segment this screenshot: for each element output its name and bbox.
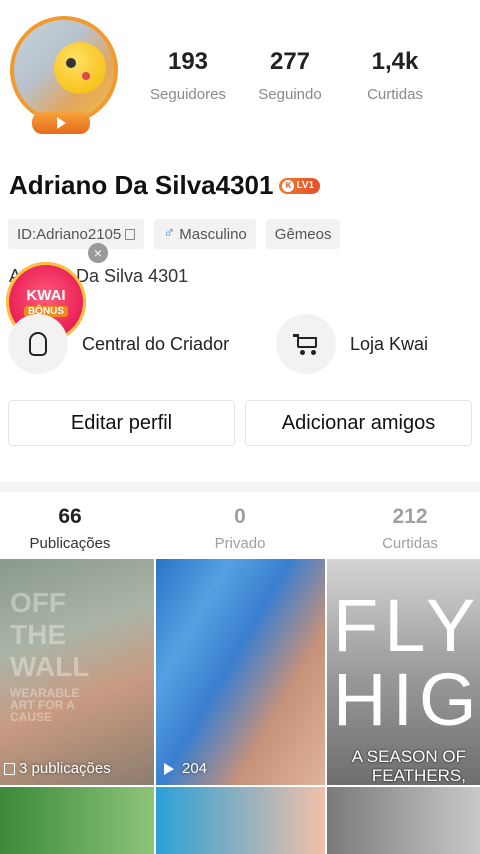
copy-icon bbox=[125, 228, 136, 240]
stat-following[interactable]: 277 Seguindo bbox=[252, 48, 328, 103]
grid-item[interactable] bbox=[156, 787, 325, 854]
following-count: 277 bbox=[269, 48, 311, 75]
grid-item[interactable] bbox=[0, 787, 154, 854]
views-count: 204 bbox=[182, 760, 208, 777]
name-row: Adriano Da Silva4301 K LV1 bbox=[9, 170, 321, 201]
edit-profile-button[interactable]: Editar perfil bbox=[8, 400, 235, 446]
male-icon: ♂ bbox=[163, 225, 176, 242]
publications-count: 66 bbox=[58, 505, 82, 528]
stat-followers[interactable]: 193 Seguidores bbox=[146, 48, 230, 103]
watermark-text: OFF bbox=[10, 587, 66, 618]
liked-count: 212 bbox=[392, 505, 428, 528]
tab-private[interactable]: 0 Privado bbox=[200, 505, 280, 552]
bonus-title: KWAI bbox=[26, 286, 66, 304]
stat-likes[interactable]: 1,4k Curtidas bbox=[360, 48, 430, 103]
collection-info: 3 publicações bbox=[4, 760, 111, 777]
grid-item[interactable]: OFF THE WALL WEARABLE ART FOR A CAUSE 3 … bbox=[0, 559, 154, 785]
zodiac-text: Gêmeos bbox=[274, 225, 332, 243]
zodiac-chip: Gêmeos bbox=[265, 219, 341, 249]
play-icon bbox=[164, 762, 174, 775]
tab-publications[interactable]: 66 Publicações bbox=[20, 505, 120, 552]
lightbulb-icon bbox=[8, 314, 68, 374]
watermark-text: WEARABLE ART FOR A CAUSE bbox=[10, 686, 80, 724]
avatar-image bbox=[10, 16, 118, 124]
creator-center-button[interactable]: Central do Criador bbox=[8, 314, 229, 374]
likes-count: 1,4k bbox=[371, 48, 419, 75]
level-text: LV1 bbox=[296, 180, 315, 191]
section-divider bbox=[0, 482, 480, 492]
video-tagline: A SEASON OF FEATHERS, FLORALS, FAUX FUR … bbox=[351, 747, 466, 785]
id-text: ID:Adriano2105 bbox=[17, 225, 122, 243]
grid-item[interactable] bbox=[327, 787, 480, 854]
kwai-level-icon: K bbox=[282, 179, 295, 192]
publications-label: Publicações bbox=[29, 535, 111, 552]
kwai-shop-label: Loja Kwai bbox=[350, 333, 429, 354]
wink-emoji-icon bbox=[54, 42, 106, 94]
grid-item[interactable]: FLY HIGH A SEASON OF FEATHERS, FLORALS, … bbox=[327, 559, 480, 785]
bonus-close-icon[interactable]: × bbox=[88, 243, 108, 263]
live-badge-icon bbox=[32, 112, 90, 134]
cart-icon bbox=[276, 314, 336, 374]
profile-avatar[interactable] bbox=[6, 16, 120, 134]
watermark-text: THE bbox=[10, 619, 66, 650]
profile-name: Adriano Da Silva4301 bbox=[9, 170, 274, 200]
views-info: 204 bbox=[164, 760, 207, 777]
private-label: Privado bbox=[214, 535, 266, 552]
collection-count: 3 publicações bbox=[19, 760, 111, 777]
id-chip[interactable]: ID:Adriano2105 bbox=[8, 219, 145, 249]
liked-label: Curtidas bbox=[382, 535, 438, 552]
kwai-shop-button[interactable]: Loja Kwai bbox=[276, 314, 428, 374]
following-label: Seguindo bbox=[258, 86, 322, 103]
grid-item[interactable]: 204 bbox=[156, 559, 325, 785]
gender-text: Masculino bbox=[179, 225, 247, 243]
creator-center-label: Central do Criador bbox=[82, 333, 230, 354]
video-headline: FLY HIGH bbox=[333, 584, 480, 741]
private-count: 0 bbox=[234, 505, 246, 528]
collection-icon bbox=[4, 762, 15, 775]
gender-chip: ♂ Masculino bbox=[154, 219, 256, 249]
tab-liked[interactable]: 212 Curtidas bbox=[370, 505, 450, 552]
followers-label: Seguidores bbox=[150, 86, 226, 103]
profile-chips: ID:Adriano2105 ♂ Masculino Gêmeos bbox=[8, 219, 341, 249]
watermark-text: WALL bbox=[10, 651, 90, 682]
followers-count: 193 bbox=[167, 48, 209, 75]
likes-label: Curtidas bbox=[367, 86, 423, 103]
add-friends-button[interactable]: Adicionar amigos bbox=[245, 400, 472, 446]
level-badge[interactable]: K LV1 bbox=[279, 177, 321, 194]
